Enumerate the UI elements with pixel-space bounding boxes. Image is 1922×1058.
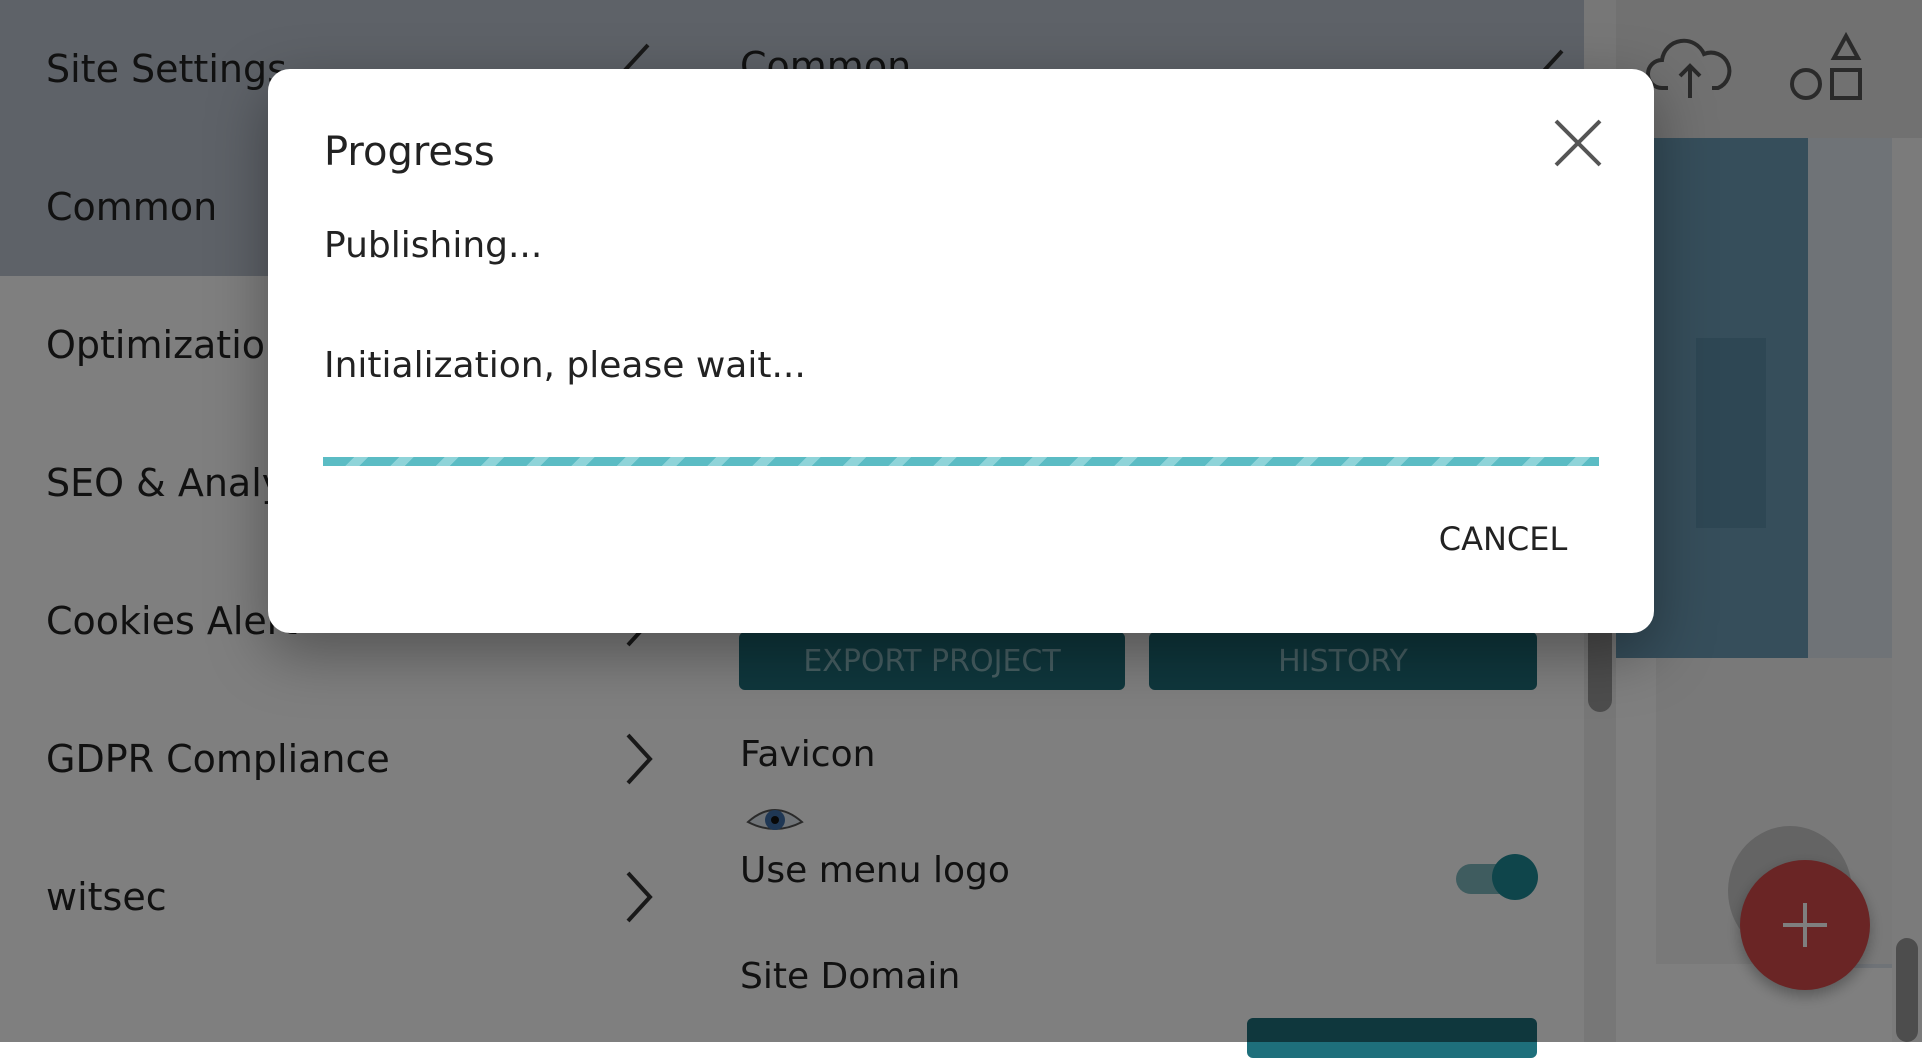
progress-bar <box>323 457 1599 466</box>
dialog-message: Initialization, please wait... <box>324 345 806 386</box>
dialog-title: Progress <box>324 129 495 175</box>
close-icon[interactable] <box>1548 113 1608 173</box>
cancel-button[interactable]: CANCEL <box>1438 509 1568 569</box>
dialog-status: Publishing... <box>324 225 543 266</box>
progress-bar-fill <box>323 457 1599 466</box>
progress-dialog: Progress Publishing... Initialization, p… <box>268 69 1654 633</box>
